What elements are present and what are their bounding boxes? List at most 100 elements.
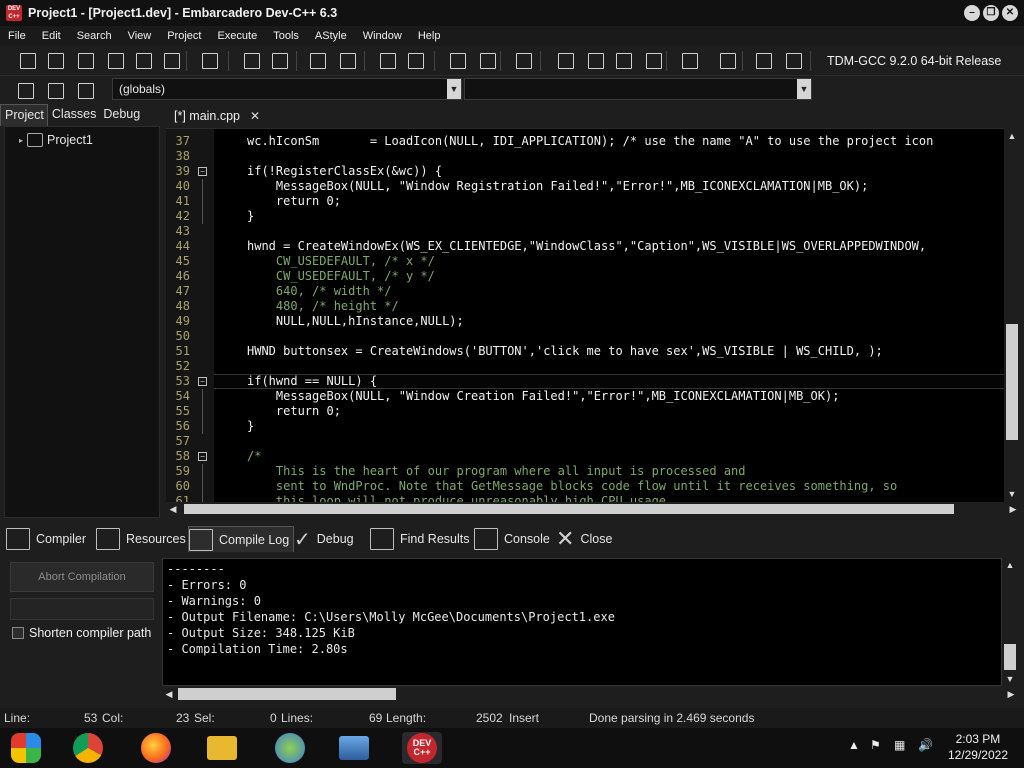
chrome-icon[interactable]	[68, 732, 108, 764]
compile-progress-bar	[10, 598, 154, 620]
menu-edit[interactable]: Edit	[34, 30, 69, 42]
scroll-down-icon[interactable]: ▼	[1002, 672, 1018, 686]
shorten-path-option[interactable]: Shorten compiler path	[12, 626, 151, 640]
compile-icon[interactable]	[554, 50, 578, 72]
toggle-icon[interactable]	[336, 50, 360, 72]
log-vertical-scrollbar[interactable]: ▲ ▼	[1002, 558, 1018, 686]
code-text: if(!RegisterClassEx(&wc)) {	[247, 164, 443, 178]
menu-search[interactable]: Search	[69, 30, 120, 42]
firefox-icon[interactable]	[136, 732, 176, 764]
menu-window[interactable]: Window	[355, 30, 410, 42]
redo-icon[interactable]	[404, 50, 428, 72]
tab-project[interactable]: Project	[0, 104, 48, 126]
fold-toggle-icon[interactable]: −	[198, 167, 207, 176]
open-file-icon[interactable]	[44, 50, 68, 72]
save-icon[interactable]	[74, 50, 98, 72]
bookmark-icon[interactable]	[44, 80, 68, 102]
scroll-up-icon[interactable]: ▲	[1004, 128, 1020, 144]
find-icon[interactable]	[240, 50, 264, 72]
tree-item-project1[interactable]: ▸ Project1	[19, 133, 93, 147]
stop-icon[interactable]	[716, 50, 740, 72]
volume-icon[interactable]: 🔊	[918, 738, 933, 752]
file-explorer-icon[interactable]	[202, 732, 242, 764]
scope-combo[interactable]: (globals) ▼	[112, 78, 462, 100]
compile-log-output[interactable]: -------- - Errors: 0 - Warnings: 0 - Output…	[162, 558, 1002, 686]
tab-classes[interactable]: Classes	[48, 104, 99, 126]
tray-chevron-icon[interactable]: ▲	[848, 738, 860, 752]
people-app-icon[interactable]	[270, 732, 310, 764]
function-combo[interactable]: ▼	[464, 78, 812, 100]
photos-icon[interactable]	[334, 732, 374, 764]
new-file-icon[interactable]	[16, 50, 40, 72]
profile-icon[interactable]	[752, 50, 776, 72]
scroll-thumb[interactable]	[178, 688, 396, 700]
menu-astyle[interactable]: AStyle	[307, 30, 355, 42]
menu-execute[interactable]: Execute	[209, 30, 265, 42]
save-all-icon[interactable]	[104, 50, 128, 72]
code-editor[interactable]: 37 wc.hIconSm = LoadIcon(NULL, IDI_APPLIC…	[166, 128, 1004, 502]
print-icon[interactable]	[198, 50, 222, 72]
close-file-icon[interactable]	[132, 50, 156, 72]
scroll-left-icon[interactable]: ◀	[162, 686, 176, 702]
scroll-right-icon[interactable]: ▶	[1006, 502, 1020, 516]
close-window-button[interactable]: ✕	[1002, 5, 1018, 21]
chevron-down-icon[interactable]: ▼	[447, 79, 461, 99]
scroll-down-icon[interactable]: ▼	[1004, 486, 1020, 502]
scroll-right-icon[interactable]: ▶	[1004, 686, 1018, 702]
compile-run-icon[interactable]	[612, 50, 636, 72]
menu-help[interactable]: Help	[410, 30, 449, 42]
start-app-icon[interactable]	[6, 732, 46, 764]
unindent-icon[interactable]	[476, 50, 500, 72]
scroll-thumb[interactable]	[184, 504, 954, 514]
chevron-down-icon[interactable]: ▼	[797, 79, 811, 99]
taskbar-clock[interactable]: 2:03 PM 12/29/2022	[948, 731, 1008, 763]
log-horizontal-scrollbar[interactable]: ◀ ▶	[162, 686, 1014, 702]
tab-main-cpp[interactable]: [*] main.cpp ✕	[168, 106, 269, 128]
compiler-select[interactable]: TDM-GCC 9.2.0 64-bit Release	[820, 50, 1020, 72]
scroll-thumb[interactable]	[1006, 324, 1018, 440]
scroll-up-icon[interactable]: ▲	[1002, 558, 1018, 572]
tab-debug-output[interactable]: ✓ Debug	[294, 526, 354, 552]
comment-icon[interactable]	[306, 50, 330, 72]
fold-toggle-icon[interactable]: −	[198, 452, 207, 461]
undo-icon[interactable]	[376, 50, 400, 72]
goto-bookmark-icon[interactable]	[74, 80, 98, 102]
flag-icon[interactable]: ⚑	[870, 738, 881, 752]
status-col-label: Col:	[102, 711, 124, 725]
expand-icon[interactable]: ▸	[19, 136, 23, 145]
close-tab-icon[interactable]: ✕	[250, 109, 260, 128]
fold-toggle-icon[interactable]: −	[198, 377, 207, 386]
tab-console[interactable]: Console	[474, 526, 550, 552]
tab-close[interactable]: ✕ Close	[556, 526, 612, 552]
goto-line-icon[interactable]	[512, 50, 536, 72]
tab-find-results[interactable]: Find Results	[370, 526, 469, 552]
scroll-thumb[interactable]	[1004, 644, 1016, 670]
restore-button[interactable]: ❐	[983, 5, 999, 21]
close-all-icon[interactable]	[160, 50, 184, 72]
syntax-check-icon[interactable]	[678, 50, 702, 72]
delete-profile-icon[interactable]	[782, 50, 806, 72]
editor-vertical-scrollbar[interactable]: ▲ ▼	[1004, 128, 1020, 502]
indent-icon[interactable]	[446, 50, 470, 72]
scroll-left-icon[interactable]: ◀	[166, 502, 180, 516]
run-icon[interactable]	[584, 50, 608, 72]
minimize-button[interactable]: –	[964, 5, 980, 21]
rebuild-icon[interactable]	[642, 50, 666, 72]
network-icon[interactable]: ▦	[894, 738, 905, 752]
editor-horizontal-scrollbar[interactable]: ◀ ▶	[166, 502, 1016, 516]
replace-icon[interactable]	[268, 50, 292, 72]
tab-compile-log[interactable]: Compile Log	[188, 526, 295, 552]
tab-resources[interactable]: Resources	[96, 526, 186, 552]
tab-debug[interactable]: Debug	[99, 104, 143, 126]
menu-file[interactable]: File	[0, 30, 34, 42]
menu-project[interactable]: Project	[159, 30, 209, 42]
shorten-path-checkbox[interactable]	[12, 627, 24, 639]
menu-tools[interactable]: Tools	[265, 30, 307, 42]
menu-view[interactable]: View	[120, 30, 160, 42]
tab-compiler[interactable]: Compiler	[6, 526, 86, 552]
code-text: MessageBox(NULL, "Window Creation Failed…	[247, 389, 840, 403]
devcpp-taskbar-icon[interactable]: DEV C++	[402, 732, 442, 764]
line-number: 55	[175, 404, 190, 418]
abort-compilation-button[interactable]: Abort Compilation	[10, 562, 154, 592]
insert-icon[interactable]	[14, 80, 38, 102]
